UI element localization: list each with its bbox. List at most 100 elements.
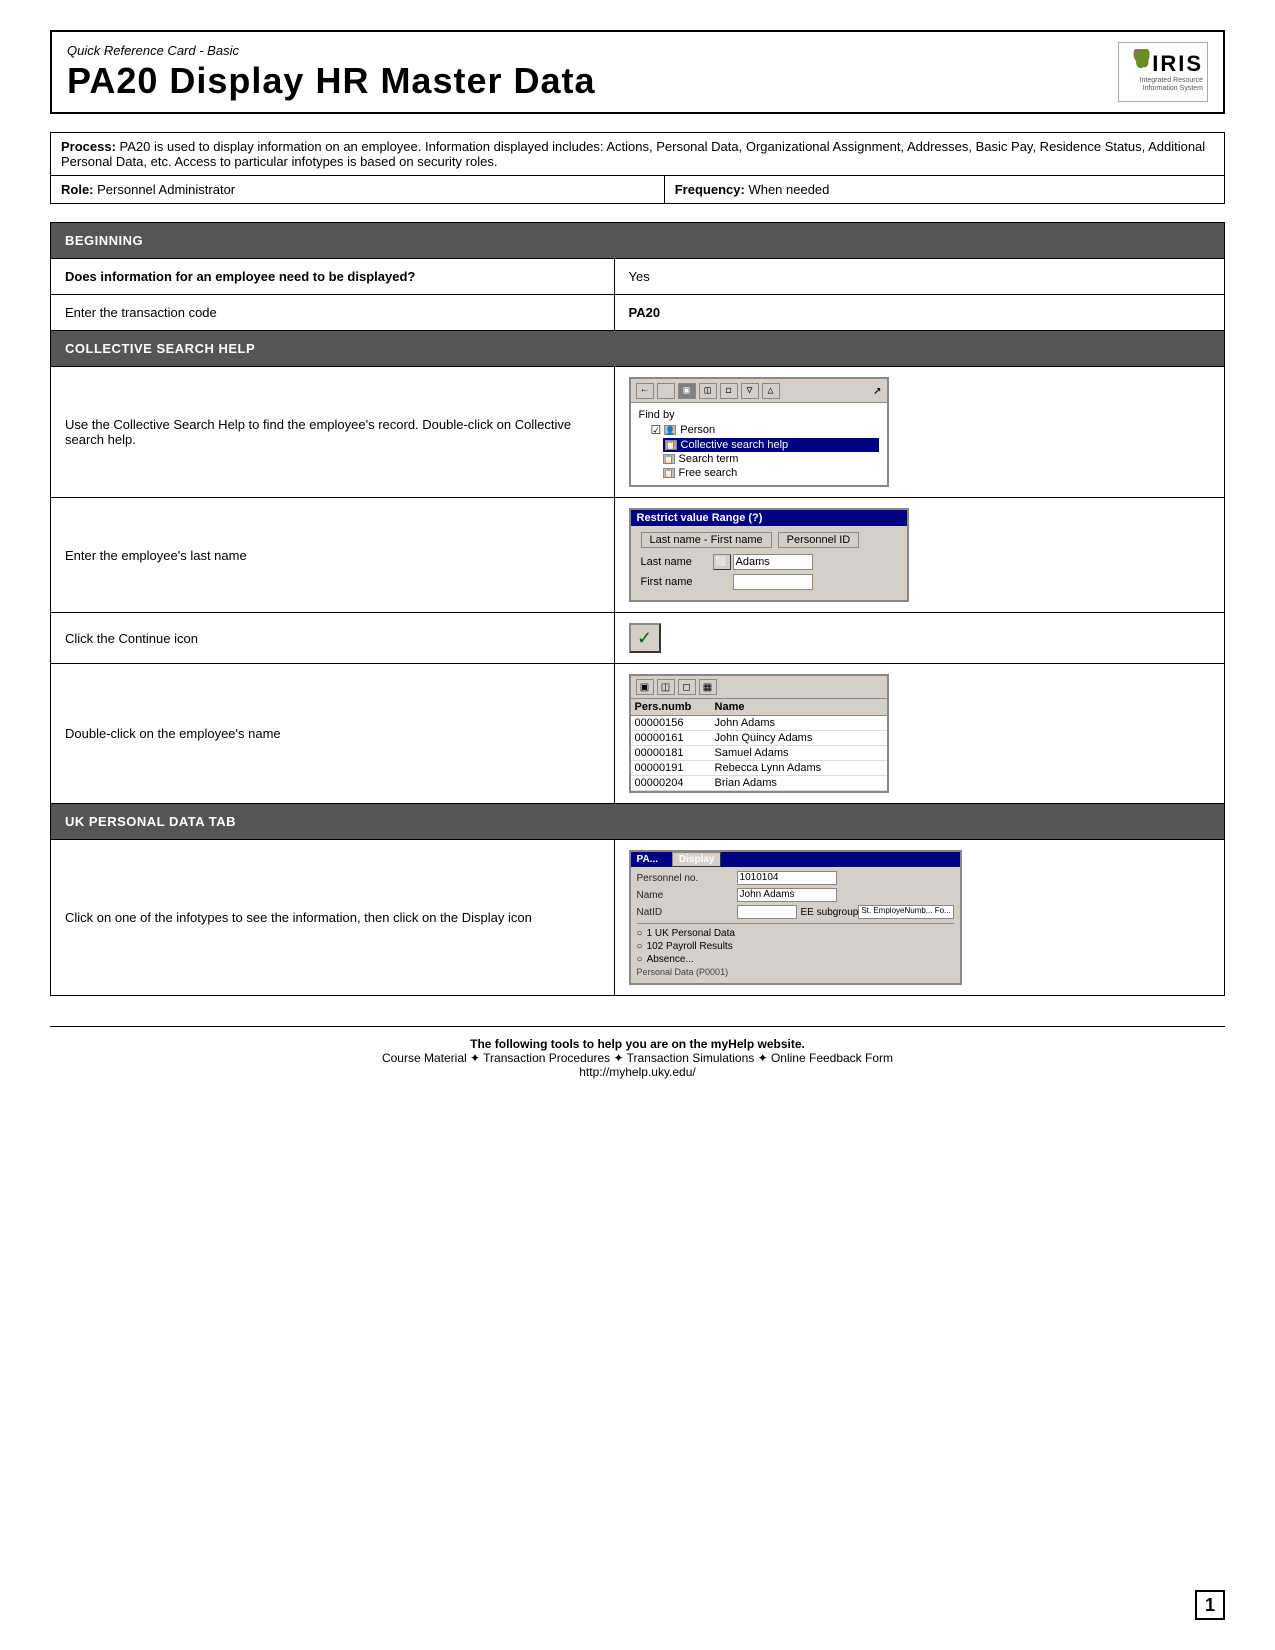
continue-icon[interactable]: ✓ [629,623,661,653]
hr-display-btn[interactable]: Display [672,852,722,867]
hr-radio3: ○ [637,954,643,965]
emp-name-4: Brian Adams [715,777,883,789]
screenshot-body: Find by ☑ 👤 Person 📋 Collective search h… [631,403,887,485]
emp-table-header: Pers.numb Name [631,699,887,716]
role-label: Role: [61,182,94,197]
hr-screen-body: Personnel no. 1010104 Name John Adams [631,867,960,983]
toolbar-icon1[interactable]: ▣ [678,383,696,399]
hr-ee-value[interactable]: St. EmployeNumb... Fo... [858,905,953,919]
dialog-lastname-row: Last name ⬜ Adams [641,554,897,570]
hr-infotype3-row[interactable]: ○ Absence... [637,954,954,965]
cell-collective-search-right: ← ▣ ◫ ◻ ▽ △ ↗ Find by ☑ [614,367,1224,498]
hr-name-value[interactable]: John Adams [737,888,837,902]
emp-row-1[interactable]: 00000161 John Quincy Adams [631,731,887,746]
emp-row-0[interactable]: 00000156 John Adams [631,716,887,731]
hr-master-screenshot: PA... Display Personnel no. 1010104 N [629,850,962,985]
tab-lastname-firstname[interactable]: Last name - First name [641,532,772,548]
cell-employee-list-left: Double-click on the employee's name [51,664,615,804]
cell-continue-right: ✓ [614,613,1224,664]
collective-search-header: COLLECTIVE SEARCH HELP [51,331,1225,367]
emp-name-3: Rebecca Lynn Adams [715,762,883,774]
screenshot-toolbar: ← ▣ ◫ ◻ ▽ △ ↗ [631,379,887,403]
tree-freesearch-label: Free search [679,467,738,479]
header-right: IRIS Integrated ResourceInformation Syst… [1118,42,1208,102]
cell-continue-left: Click the Continue icon [51,613,615,664]
emp-toolbar-btn3[interactable]: ◻ [678,679,696,695]
hr-infotype2-row[interactable]: ○ 102 Payroll Results [637,941,954,952]
header: Quick Reference Card - Basic PA20 Displa… [50,30,1225,114]
emp-id-1: 00000161 [635,732,715,744]
footer-line1: The following tools to help you are on t… [50,1037,1225,1051]
emp-row-3[interactable]: 00000191 Rebecca Lynn Adams [631,761,887,776]
collective-tree-icon: 📋 [665,440,677,450]
emp-row-4[interactable]: 00000204 Brian Adams [631,776,887,791]
emp-name-0: John Adams [715,717,883,729]
hr-name-row: Name John Adams [637,888,954,902]
tree-person-label: Person [680,424,715,436]
tree-searchterm-row: 📋 Search term [663,452,879,466]
row-enter-lastname: Enter the employee's last name Restrict … [51,498,1225,613]
toolbar-arrow-icon[interactable]: ↗ [873,382,881,399]
cell-transaction-code-left: Enter the transaction code [51,295,615,331]
toolbar-icon3[interactable]: ◻ [720,383,738,399]
hr-persno-label: Personnel no. [637,873,737,884]
process-label: Process: [61,139,116,154]
iris-logo: IRIS Integrated ResourceInformation Syst… [1118,42,1208,102]
hr-persno-row: Personnel no. 1010104 [637,871,954,885]
cell-infotype-right: PA... Display Personnel no. 1010104 N [614,840,1224,996]
search-tree-screenshot: ← ▣ ◫ ◻ ▽ △ ↗ Find by ☑ [629,377,889,487]
dialog-tabs: Last name - First name Personnel ID [641,532,897,548]
hr-nat-value[interactable] [737,905,797,919]
emp-id-0: 00000156 [635,717,715,729]
dialog-firstname-input[interactable] [733,574,813,590]
section-beginning-header: BEGINNING [51,223,1225,259]
cell-collective-search-left: Use the Collective Search Help to find t… [51,367,615,498]
toolbar-back-btn[interactable]: ← [636,383,654,399]
transaction-code-value: PA20 [629,305,661,320]
emp-name-2: Samuel Adams [715,747,883,759]
emp-id-3: 00000191 [635,762,715,774]
dialog-lastname-lookup-btn[interactable]: ⬜ [713,554,731,570]
emp-toolbar-btn2[interactable]: ◫ [657,679,675,695]
row-employee-list: Double-click on the employee's name ▣ ◫ … [51,664,1225,804]
cell-employee-list-right: ▣ ◫ ◻ ▦ Pers.numb Name 00000156 John Ada… [614,664,1224,804]
hr-nat-row: NatID EE subgroup St. EmployeNumb... Fo.… [637,905,954,919]
header-title: PA20 Display HR Master Data [67,60,596,102]
hr-screen-title: PA... Display [631,852,960,867]
emp-name-1: John Quincy Adams [715,732,883,744]
frequency-cell: Frequency: When needed [664,176,1224,204]
toolbar-icon4[interactable]: ▽ [741,383,759,399]
emp-toolbar: ▣ ◫ ◻ ▦ [631,676,887,699]
tree-searchterm-label: Search term [679,453,739,465]
freesearch-tree-icon: 📋 [663,468,675,478]
tree-collective-label: Collective search help [681,439,789,451]
emp-row-2[interactable]: 00000181 Samuel Adams [631,746,887,761]
main-table: BEGINNING Does information for an employ… [50,222,1225,996]
hr-infotype1-label: 1 UK Personal Data [647,928,735,939]
find-by-label: Find by [639,409,675,421]
toolbar-icon2[interactable]: ◫ [699,383,717,399]
role-value: Personnel Administrator [97,182,235,197]
dialog-firstname-label: First name [641,576,711,588]
toolbar-icon5[interactable]: △ [762,383,780,399]
beginning-header: BEGINNING [51,223,1225,259]
enter-lastname-text: Enter the employee's last name [65,548,247,563]
emp-col2-header: Name [715,701,883,713]
emp-toolbar-btn4[interactable]: ▦ [699,679,717,695]
section-collective-search-header: COLLECTIVE SEARCH HELP [51,331,1225,367]
hr-infotype1-row[interactable]: ○ 1 UK Personal Data [637,928,954,939]
hr-persno-value[interactable]: 1010104 [737,871,837,885]
continue-text: Click the Continue icon [65,631,198,646]
tab-personnelid[interactable]: Personnel ID [778,532,860,548]
page-number: 1 [1195,1590,1225,1620]
dialog-lastname-input[interactable]: Adams [733,554,813,570]
row-continue-icon: Click the Continue icon ✓ [51,613,1225,664]
toolbar-fwd-btn[interactable] [657,383,675,399]
emp-toolbar-btn1[interactable]: ▣ [636,679,654,695]
role-cell: Role: Personnel Administrator [51,176,665,204]
hr-radio2: ○ [637,941,643,952]
dialog-titlebar: Restrict value Range (?) [631,510,907,526]
header-subtitle: Quick Reference Card - Basic [67,43,596,58]
searchterm-tree-icon: 📋 [663,454,675,464]
uk-personal-header: UK PERSONAL DATA TAB [51,804,1225,840]
